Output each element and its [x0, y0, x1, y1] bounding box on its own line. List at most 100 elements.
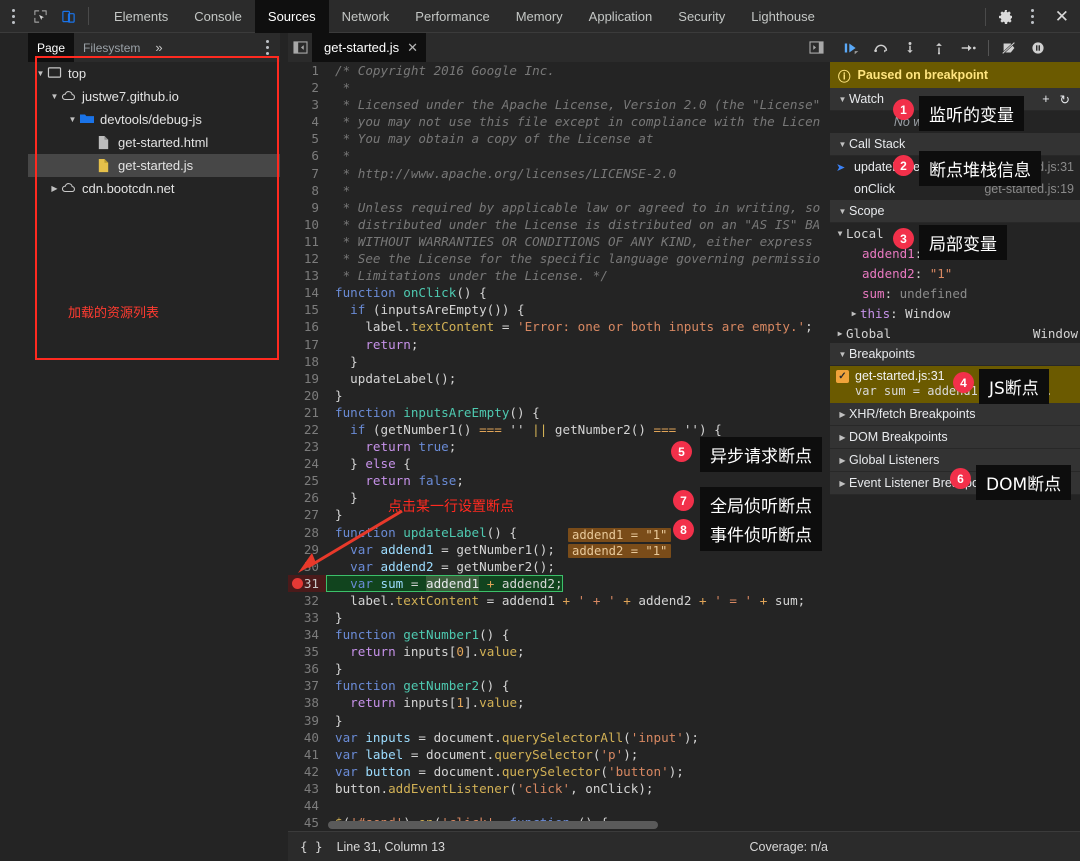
nav-tab-page[interactable]: Page [28, 33, 75, 62]
code-line-22[interactable]: 22 if (getNumber1() === '' || getNumber2… [288, 420, 830, 439]
code-line-40[interactable]: 40 var inputs = document.querySelectorAll… [288, 728, 830, 746]
code-line-9[interactable]: 9 * Unless required by applicable law or… [288, 198, 830, 216]
step-out-icon[interactable] [927, 36, 951, 60]
line-number-gutter-21[interactable]: 21 [288, 403, 326, 421]
code-line-11[interactable]: 11 * WITHOUT WARRANTIES OR CONDITIONS OF… [288, 232, 830, 251]
show-debugger-icon[interactable] [802, 33, 830, 62]
line-number-gutter-8[interactable]: 8 [288, 181, 326, 199]
code-line-44[interactable]: 44 [288, 797, 830, 815]
line-number-gutter-36[interactable]: 36 [288, 660, 326, 678]
line-number-gutter-26[interactable]: 26 [288, 489, 326, 507]
line-number-gutter-9[interactable]: 9 [288, 198, 326, 216]
code-line-38[interactable]: 38 return inputs[1].value; [288, 694, 830, 712]
code-line-34[interactable]: 34 function getNumber1() { [288, 626, 830, 644]
device-toolbar-icon[interactable] [54, 3, 82, 29]
code-line-12[interactable]: 12 * See the License for the specific la… [288, 250, 830, 268]
more-tabs-icon[interactable]: » [149, 40, 168, 55]
refresh-watch-icon[interactable]: ↻ [1060, 92, 1070, 107]
code-line-13[interactable]: 13 * Limitations under the License. */ [288, 267, 830, 285]
line-number-gutter-35[interactable]: 35 [288, 643, 326, 661]
line-number-gutter-13[interactable]: 13 [288, 267, 326, 285]
code-line-2[interactable]: 2 * [288, 79, 830, 97]
code-line-36[interactable]: 36} [288, 660, 830, 678]
deactivate-breakpoints-icon[interactable] [997, 36, 1021, 60]
tree-item-justwe7[interactable]: ▼ justwe7.github.io [28, 85, 280, 108]
tab-console[interactable]: Console [181, 0, 255, 33]
code-line-39[interactable]: 39} [288, 711, 830, 729]
line-number-gutter-39[interactable]: 39 [288, 711, 326, 729]
tab-security[interactable]: Security [665, 0, 738, 33]
kebab-menu-icon[interactable] [0, 0, 26, 33]
show-navigator-icon[interactable] [288, 33, 312, 62]
chevron-right-icon[interactable]: ▶ [848, 309, 860, 318]
code-line-19[interactable]: 19 updateLabel(); [288, 369, 830, 387]
line-number-gutter-24[interactable]: 24 [288, 455, 326, 473]
line-number-gutter-10[interactable]: 10 [288, 215, 326, 233]
nav-tab-filesystem[interactable]: Filesystem [74, 33, 149, 62]
line-number-gutter-20[interactable]: 20 [288, 386, 326, 404]
file-tab-get-started-js[interactable]: get-started.js ✕ [312, 33, 427, 62]
tree-item-top[interactable]: ▼ top [28, 62, 280, 85]
chevron-down-icon[interactable]: ▼ [34, 69, 47, 78]
close-icon[interactable]: ✕ [1046, 8, 1078, 25]
tab-elements[interactable]: Elements [101, 0, 181, 33]
section-breakpoints[interactable]: ▼ Breakpoints [830, 343, 1080, 366]
pretty-print-icon[interactable]: { } [300, 839, 323, 854]
code-line-32[interactable]: 32 label.textContent = addend1 + ' + ' +… [288, 591, 830, 609]
line-number-gutter-32[interactable]: 32 [288, 591, 326, 609]
section-scope[interactable]: ▼ Scope [830, 200, 1080, 223]
tree-item-get-started-js[interactable]: get-started.js [28, 154, 280, 177]
code-line-3[interactable]: 3 * Licensed under the Apache License, V… [288, 96, 830, 114]
line-number-gutter-1[interactable]: 1 [288, 62, 326, 80]
step-into-icon[interactable] [898, 36, 922, 60]
inspect-element-icon[interactable] [26, 3, 54, 29]
step-over-icon[interactable] [869, 36, 893, 60]
line-number-gutter-18[interactable]: 18 [288, 352, 326, 370]
editor-horizontal-scrollbar[interactable] [328, 821, 658, 829]
line-number-gutter-4[interactable]: 4 [288, 113, 326, 131]
line-number-gutter-3[interactable]: 3 [288, 96, 326, 114]
tab-sources[interactable]: Sources [254, 0, 329, 33]
file-tab-close-icon[interactable]: ✕ [407, 40, 418, 56]
tab-memory[interactable]: Memory [503, 0, 576, 33]
line-number-gutter-17[interactable]: 17 [288, 335, 326, 353]
code-line-7[interactable]: 7 * http://www.apache.org/licenses/LICEN… [288, 164, 830, 182]
section-xhr-fetch-breakpoints[interactable]: ▶ XHR/fetch Breakpoints [830, 403, 1080, 426]
line-number-gutter-5[interactable]: 5 [288, 130, 326, 148]
code-line-14[interactable]: 14 function onClick() { [288, 284, 830, 302]
scope-var-this[interactable]: ▶ this : Window [830, 303, 1080, 323]
line-number-gutter-43[interactable]: 43 [288, 779, 326, 798]
line-number-gutter-42[interactable]: 42 [288, 762, 326, 780]
line-number-gutter-44[interactable]: 44 [288, 797, 326, 815]
code-line-41[interactable]: 41 var label = document.querySelector('p'… [288, 745, 830, 763]
scope-var-addend2[interactable]: addend2 : "1" [830, 263, 1080, 283]
code-line-15[interactable]: 15 if (inputsAreEmpty()) { [288, 301, 830, 319]
resume-script-icon[interactable] [840, 36, 864, 60]
line-number-gutter-2[interactable]: 2 [288, 79, 326, 97]
line-number-gutter-34[interactable]: 34 [288, 626, 326, 644]
tree-item-get-started-html[interactable]: get-started.html [28, 131, 280, 154]
line-number-gutter-6[interactable]: 6 [288, 147, 326, 165]
code-line-42[interactable]: 42 var button = document.querySelector('b… [288, 762, 830, 780]
section-dom-breakpoints[interactable]: ▶ DOM Breakpoints [830, 426, 1080, 449]
chevron-right-icon[interactable]: ▶ [48, 184, 61, 193]
chevron-down-icon[interactable]: ▼ [836, 350, 849, 359]
chevron-right-icon[interactable]: ▶ [834, 329, 846, 338]
code-line-16[interactable]: 16 label.textContent = 'Error: one or bo… [288, 318, 830, 336]
line-number-gutter-23[interactable]: 23 [288, 438, 326, 456]
scope-var-sum[interactable]: sum : undefined [830, 283, 1080, 303]
code-line-6[interactable]: 6 * [288, 147, 830, 165]
step-icon[interactable] [956, 36, 980, 60]
line-number-gutter-22[interactable]: 22 [288, 420, 326, 439]
code-line-1[interactable]: 1 /* Copyright 2016 Google Inc. [288, 62, 830, 80]
chevron-right-icon[interactable]: ▶ [836, 433, 849, 442]
code-line-10[interactable]: 10 * distributed under the License is di… [288, 215, 830, 233]
line-number-gutter-19[interactable]: 19 [288, 369, 326, 387]
line-number-gutter-31[interactable]: 31 [288, 574, 326, 592]
line-number-gutter-12[interactable]: 12 [288, 250, 326, 268]
navigator-options-icon[interactable] [254, 31, 280, 64]
line-number-gutter-33[interactable]: 33 [288, 609, 326, 627]
breakpoint-checkbox[interactable]: ✓ [836, 369, 849, 383]
more-options-icon[interactable] [1020, 0, 1046, 33]
tab-performance[interactable]: Performance [402, 0, 502, 33]
